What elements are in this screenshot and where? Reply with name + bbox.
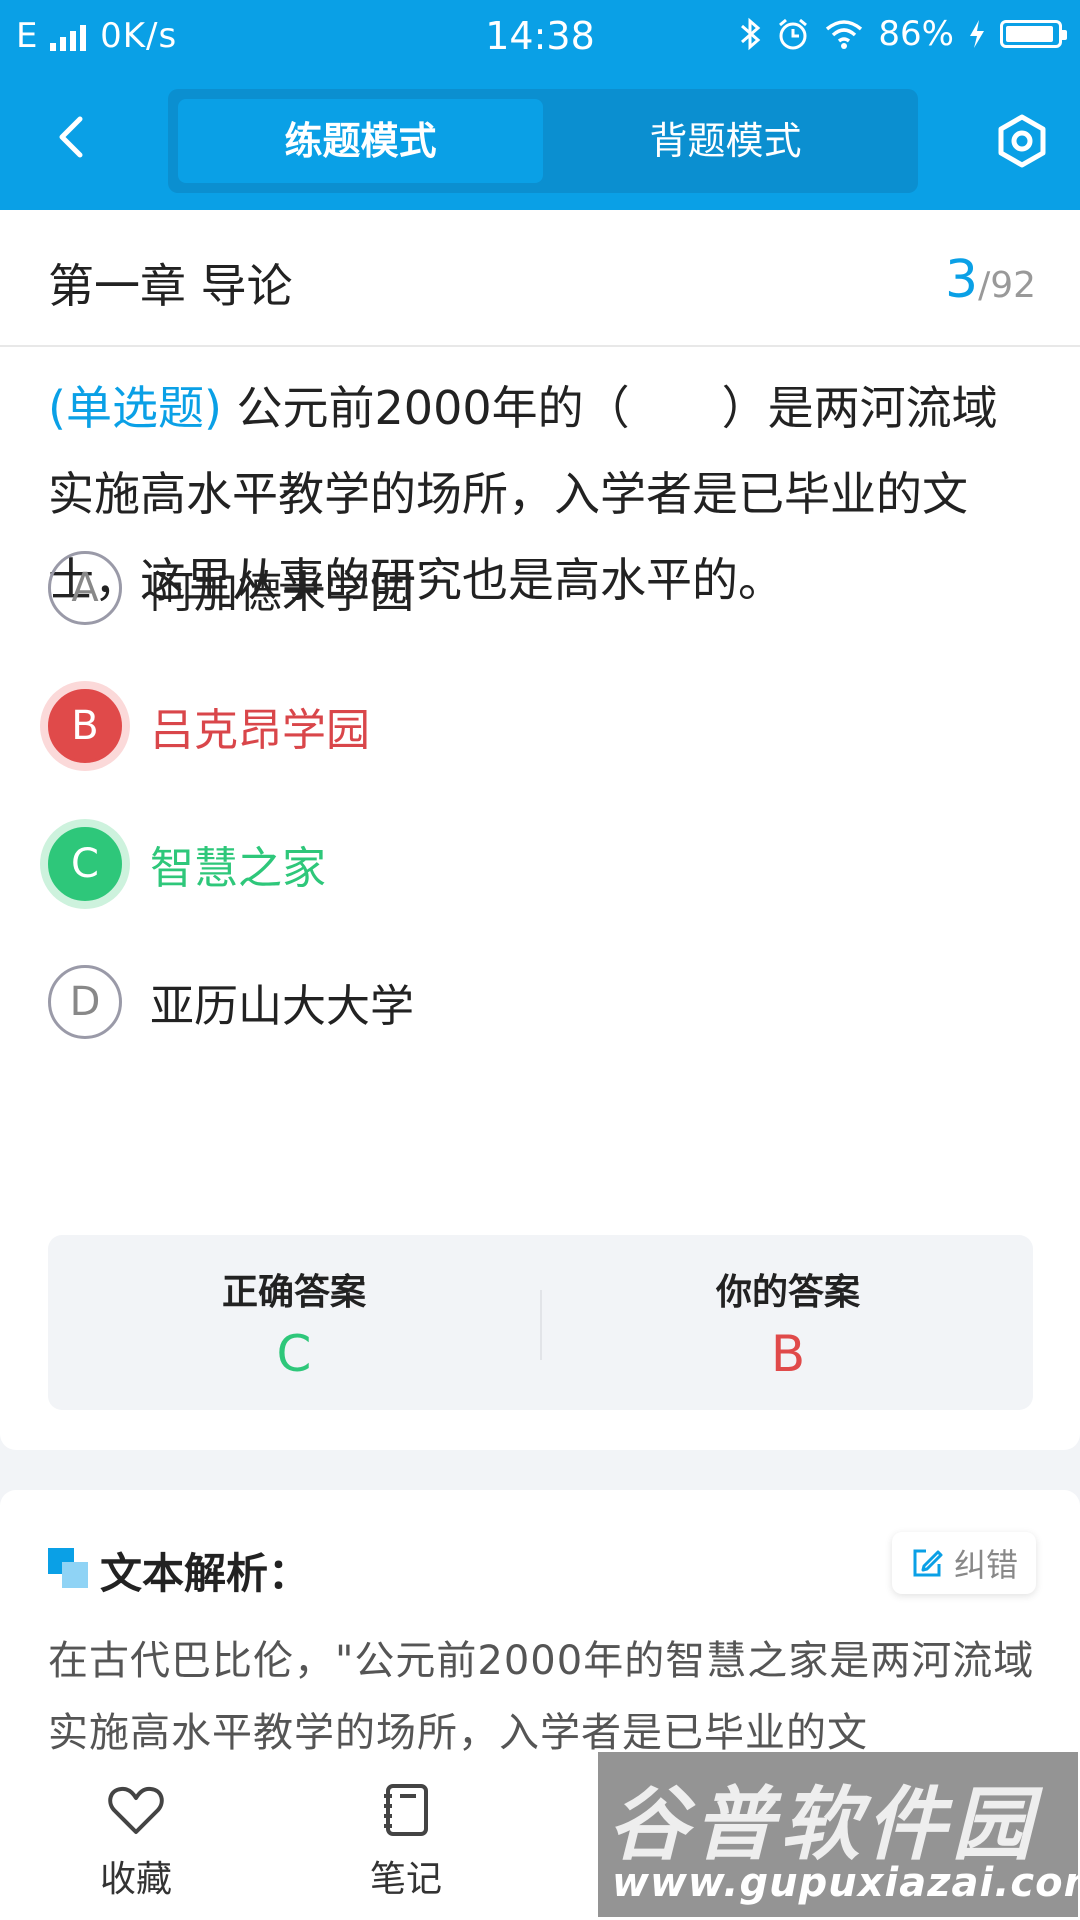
option-text: 亚历山大大学: [150, 981, 414, 1032]
question-type-tag: (单选题): [48, 381, 222, 435]
mode-switch: 练题模式 背题模式: [168, 89, 918, 193]
nav-row: 练题模式 背题模式: [0, 85, 1080, 195]
favorite-button[interactable]: 收藏: [36, 1780, 236, 1902]
option-letter: A: [48, 551, 122, 625]
option-letter: B: [48, 689, 122, 763]
top-bar: E 0K/s 14:38 86% 练题模式 背题模式: [0, 0, 1080, 210]
report-error-button[interactable]: 纠错: [891, 1532, 1036, 1594]
option-letter: D: [48, 965, 122, 1039]
charging-icon: [970, 20, 984, 48]
watermark-url: www.gupuxiazai.com: [612, 1860, 1080, 1906]
notebook-icon: [384, 1784, 428, 1836]
option-b[interactable]: B 吕克昂学园: [48, 686, 1028, 766]
option-text: 吕克昂学园: [150, 705, 370, 756]
status-icons: 86%: [738, 14, 1067, 54]
divider: [0, 345, 1080, 347]
back-icon[interactable]: [44, 107, 104, 167]
status-bar: E 0K/s 14:38 86%: [0, 0, 1080, 80]
option-a[interactable]: A 阿加德米学园: [48, 548, 1028, 628]
total-question-count: /92: [978, 265, 1036, 306]
option-text: 阿加德米学园: [150, 567, 414, 618]
battery-icon: [1000, 20, 1067, 48]
notes-label: 笔记: [369, 1859, 442, 1900]
bluetooth-icon: [741, 17, 761, 51]
settings-icon[interactable]: [994, 113, 1050, 169]
wifi-icon: [826, 20, 863, 49]
your-answer-label: 你的答案: [715, 1272, 860, 1313]
edit-icon: [913, 1549, 943, 1577]
analysis-text: 在古代巴比伦，"公元前2000年的智慧之家是两河流域实施高水平教学的场所，入学者…: [48, 1638, 1035, 1756]
favorite-label: 收藏: [99, 1859, 172, 1900]
report-error-label: 纠错: [953, 1546, 1018, 1584]
section-marker-icon: [48, 1548, 88, 1588]
tab-practice-mode[interactable]: 练题模式: [178, 99, 543, 183]
watermark-logo: 谷普软件园: [608, 1778, 1038, 1871]
your-answer-value: B: [770, 1325, 806, 1383]
heart-icon: [108, 1786, 164, 1834]
battery-level: 86%: [878, 14, 954, 54]
notes-button[interactable]: 笔记: [306, 1780, 506, 1902]
your-answer: 你的答案 B: [542, 1235, 1034, 1410]
answer-summary: 正确答案 C 你的答案 B: [48, 1235, 1033, 1410]
option-letter: C: [48, 827, 122, 901]
question-card: 第一章 导论 3/92 (单选题) 公元前2000年的（ ）是两河流域实施高水平…: [0, 210, 1080, 1450]
analysis-title: 文本解析：: [100, 1549, 311, 1598]
correct-answer-value: C: [276, 1325, 312, 1383]
correct-answer-label: 正确答案: [221, 1272, 366, 1313]
watermark: 谷普软件园 www.gupuxiazai.com: [598, 1752, 1080, 1917]
option-c[interactable]: C 智慧之家: [48, 824, 1028, 904]
question-counter: 3/92: [945, 250, 1036, 310]
current-question-number: 3: [944, 250, 979, 310]
tab-recite-mode[interactable]: 背题模式: [543, 99, 908, 183]
chapter-title: 第一章 导论: [48, 259, 293, 313]
option-text: 智慧之家: [150, 843, 326, 894]
option-d[interactable]: D 亚历山大大学: [48, 962, 1028, 1042]
correct-answer: 正确答案 C: [48, 1235, 540, 1410]
alarm-icon: [779, 18, 808, 50]
